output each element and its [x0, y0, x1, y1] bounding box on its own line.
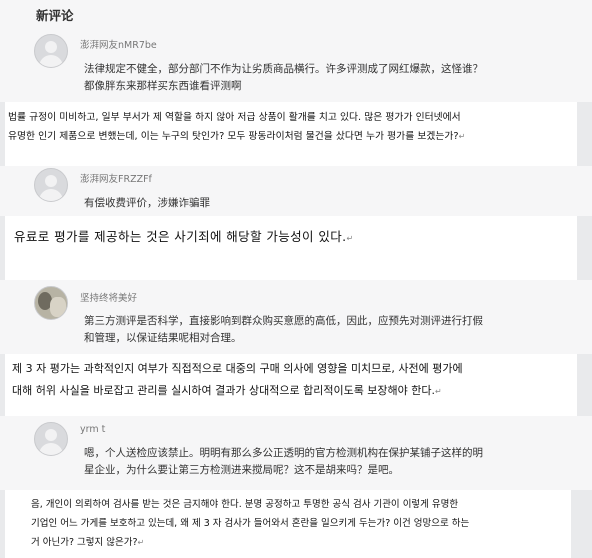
comment-line: 嗯，个人送检应该禁止。明明有那么多公正透明的官方检测机构在保护某铺子这样的明	[84, 447, 483, 459]
comment-username[interactable]: yrm t	[80, 424, 105, 435]
comment-username[interactable]: 澎湃网友FRZZFf	[80, 171, 152, 185]
translation-box: 유료로 평가를 제공하는 것은 사기죄에 해당할 가능성이 있다.↵	[5, 216, 577, 280]
comment-username[interactable]: 坚持终将美好	[80, 290, 137, 304]
user-photo-avatar[interactable]	[34, 286, 68, 320]
default-avatar-icon[interactable]	[34, 168, 68, 202]
default-avatar-icon[interactable]	[34, 34, 68, 68]
section-title: 新评论	[36, 8, 74, 23]
translation-line: 법률 규정이 미비하고, 일부 부서가 제 역할을 하지 않아 저급 상품이 활…	[8, 112, 461, 123]
comment-text: 第三方测评是否科学，直接影响到群众购买意愿的高低，因此，应预先对测评进行打假 和…	[84, 313, 483, 347]
translation-line: 대해 허위 사실을 바로잡고 관리를 실시하여 결과가 상대적으로 합리적이도록…	[12, 384, 442, 397]
comment-card: 坚持终将美好 第三方测评是否科学，直接影响到群众购买意愿的高低，因此，应预先对测…	[0, 280, 592, 354]
translation-line: 유료로 평가를 제공하는 것은 사기죄에 해당할 가능성이 있다.↵	[14, 229, 354, 244]
comment-line: 法律规定不健全，部分部门不作为让劣质商品横行。许多评测成了网红爆款，这怪谁？	[84, 63, 483, 75]
comment-line: 第三方测评是否科学，直接影响到群众购买意愿的高低，因此，应预先对测评进行打假	[84, 315, 483, 327]
translation-line: 기업인 어느 가게를 보호하고 있는데, 왜 제 3 자 검사가 들어와서 혼란…	[31, 518, 470, 529]
comment-line: 有偿收费评价，涉嫌诈骗罪	[84, 197, 210, 209]
return-mark-icon: ↵	[435, 387, 442, 396]
comment-card: 澎湃网友nMR7be 法律规定不健全，部分部门不作为让劣质商品横行。许多评测成了…	[0, 28, 592, 102]
translation-box: 제 3 자 평가는 과학적인지 여부가 직접적으로 대중의 구매 의사에 영향을…	[5, 354, 577, 416]
comment-text: 有偿收费评价，涉嫌诈骗罪	[84, 195, 210, 212]
return-mark-icon: ↵	[137, 538, 145, 547]
translation-line: 음, 개인이 의뢰하여 검사를 받는 것은 금지해야 한다. 분명 공정하고 투…	[31, 499, 459, 510]
comment-line: 都像胖东来那样买东西谁看评测啊	[84, 80, 242, 92]
default-avatar-icon[interactable]	[34, 422, 68, 456]
translation-line: 유명한 인기 제품으로 변했는데, 이는 누구의 탓인가? 모두 팡동라이처럼 …	[8, 131, 466, 142]
translation-box: 법률 규정이 미비하고, 일부 부서가 제 역할을 하지 않아 저급 상품이 활…	[5, 102, 577, 166]
comment-text: 法律规定不健全，部分部门不作为让劣质商品横行。许多评测成了网红爆款，这怪谁？ 都…	[84, 61, 483, 95]
return-mark-icon: ↵	[346, 234, 354, 243]
comment-card: 澎湃网友FRZZFf 有偿收费评价，涉嫌诈骗罪	[0, 166, 592, 216]
return-mark-icon: ↵	[458, 132, 466, 141]
translation-line: 제 3 자 평가는 과학적인지 여부가 직접적으로 대중의 구매 의사에 영향을…	[12, 362, 463, 375]
comment-username[interactable]: 澎湃网友nMR7be	[80, 37, 157, 51]
translation-box: 음, 개인이 의뢰하여 검사를 받는 것은 금지해야 한다. 분명 공정하고 투…	[5, 490, 571, 558]
comment-line: 星企业，为什么要让第三方检测进来搅局呢？这不是胡来吗？是吧。	[84, 464, 399, 476]
comment-card: yrm t 嗯，个人送检应该禁止。明明有那么多公正透明的官方检测机构在保护某铺子…	[0, 416, 592, 490]
comment-text: 嗯，个人送检应该禁止。明明有那么多公正透明的官方检测机构在保护某铺子这样的明 星…	[84, 445, 483, 479]
translation-line: 거 아닌가? 그렇지 않은가?↵	[31, 537, 145, 548]
comments-header: 新评论	[0, 0, 592, 28]
comment-line: 和管理，以保证结果呢相对合理。	[84, 332, 242, 344]
